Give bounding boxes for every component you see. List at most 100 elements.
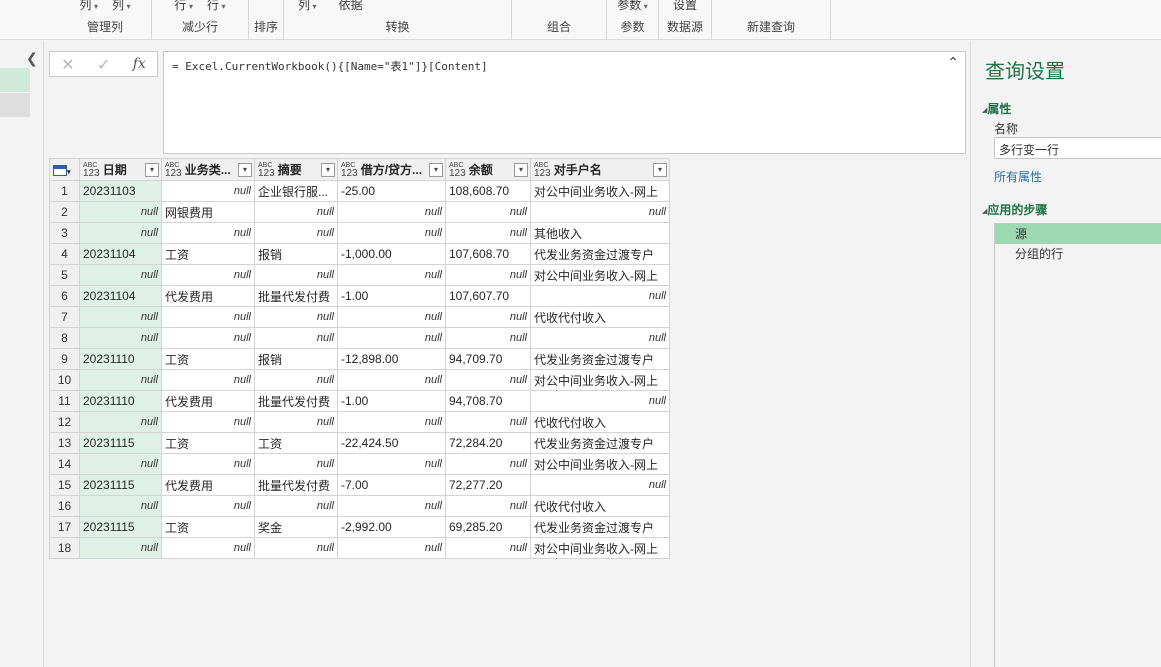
table-cell[interactable]: null: [445, 201, 531, 223]
table-cell[interactable]: null: [161, 369, 255, 391]
row-number[interactable]: 17: [49, 516, 80, 538]
table-cell[interactable]: null: [337, 369, 446, 391]
row-number[interactable]: 2: [49, 201, 80, 223]
type-any-icon[interactable]: ABC 123: [341, 162, 358, 179]
table-cell[interactable]: 工资: [161, 348, 255, 370]
column-header[interactable]: ABC 123 余额 ▾: [445, 158, 531, 181]
type-any-icon[interactable]: ABC 123: [83, 162, 100, 179]
table-row[interactable]: 7 null null null null null 代收代付收入: [49, 306, 670, 328]
table-row[interactable]: 1 20231103 null 企业银行服... -25.00 108,608.70 对公中…: [49, 180, 670, 202]
table-cell[interactable]: null: [79, 495, 162, 517]
table-cell[interactable]: null: [161, 453, 255, 475]
table-cell[interactable]: 代发费用: [161, 390, 255, 412]
table-cell[interactable]: null: [161, 264, 255, 286]
table-cell[interactable]: 批量代发付费: [254, 474, 338, 496]
row-number[interactable]: 15: [49, 474, 80, 496]
table-cell[interactable]: 107,607.70: [445, 285, 531, 307]
type-any-icon[interactable]: ABC 123: [449, 162, 466, 179]
table-cell[interactable]: 奖金: [254, 516, 338, 538]
table-cell[interactable]: 72,284.20: [445, 432, 531, 454]
ribbon-item[interactable]: 行: [207, 0, 226, 13]
table-cell[interactable]: 20231110: [79, 390, 162, 412]
query-item[interactable]: [0, 93, 30, 117]
table-cell[interactable]: 108,608.70: [445, 180, 531, 202]
table-cell[interactable]: 94,709.70: [445, 348, 531, 370]
table-cell[interactable]: null: [254, 222, 338, 244]
table-cell[interactable]: 对公中间业务收入-网上: [530, 537, 670, 559]
table-row[interactable]: 9 20231110 工资 报销 -12,898.00 94,709.70 代发业务资金过渡…: [49, 348, 670, 370]
ribbon-item[interactable]: 参数: [617, 0, 648, 13]
table-cell[interactable]: null: [337, 264, 446, 286]
table-row[interactable]: 6 20231104 代发费用 批量代发付费 -1.00 107,607.70 null: [49, 285, 670, 307]
cancel-icon[interactable]: ✕: [61, 55, 74, 74]
table-cell[interactable]: null: [254, 453, 338, 475]
ribbon-group-new-query[interactable]: 新建查询: [712, 0, 831, 40]
table-cell[interactable]: 代发费用: [161, 285, 255, 307]
table-cell[interactable]: 工资: [254, 432, 338, 454]
table-cell[interactable]: null: [530, 285, 670, 307]
formula-bar[interactable]: = Excel.CurrentWorkbook(){[Name="表1"]}[C…: [163, 51, 966, 154]
table-cell[interactable]: null: [337, 306, 446, 328]
table-cell[interactable]: 20231115: [79, 432, 162, 454]
table-cell[interactable]: null: [445, 306, 531, 328]
row-number[interactable]: 13: [49, 432, 80, 454]
table-cell[interactable]: null: [530, 390, 670, 412]
table-cell[interactable]: null: [254, 369, 338, 391]
table-row[interactable]: 15 20231115 代发费用 批量代发付费 -7.00 72,277.20 null: [49, 474, 670, 496]
table-cell[interactable]: null: [530, 201, 670, 223]
table-cell[interactable]: 代发业务资金过渡专户: [530, 348, 670, 370]
column-header[interactable]: ABC 123 借方/贷方... ▾: [337, 158, 446, 181]
table-cell[interactable]: null: [337, 327, 446, 349]
filter-dropdown-icon[interactable]: ▾: [321, 163, 335, 177]
ribbon-group-combine[interactable]: 组合: [512, 0, 607, 40]
table-row[interactable]: 18 null null null null null 对公中间业务收入-网上: [49, 537, 670, 559]
ribbon-group-data-sources[interactable]: 设置 数据源: [659, 0, 712, 40]
ribbon-item[interactable]: 列: [298, 0, 317, 13]
table-cell[interactable]: null: [445, 537, 531, 559]
table-cell[interactable]: null: [337, 411, 446, 433]
applied-step[interactable]: 源: [995, 224, 1161, 244]
table-cell[interactable]: 代发费用: [161, 474, 255, 496]
filter-dropdown-icon[interactable]: ▾: [429, 163, 443, 177]
table-cell[interactable]: null: [337, 222, 446, 244]
table-cell[interactable]: null: [337, 537, 446, 559]
filter-dropdown-icon[interactable]: ▾: [653, 163, 667, 177]
type-any-icon[interactable]: ABC 123: [534, 162, 551, 179]
table-cell[interactable]: 20231104: [79, 243, 162, 265]
table-row[interactable]: 16 null null null null null 代收代付收入: [49, 495, 670, 517]
table-cell[interactable]: null: [79, 327, 162, 349]
table-cell[interactable]: null: [161, 537, 255, 559]
table-cell[interactable]: 94,708.70: [445, 390, 531, 412]
properties-header[interactable]: 属性: [982, 100, 1011, 117]
table-cell[interactable]: null: [445, 222, 531, 244]
table-cell[interactable]: 工资: [161, 516, 255, 538]
table-cell[interactable]: 网银费用: [161, 201, 255, 223]
table-cell[interactable]: 批量代发付费: [254, 285, 338, 307]
table-cell[interactable]: 20231115: [79, 474, 162, 496]
table-cell[interactable]: 对公中间业务收入-网上: [530, 264, 670, 286]
ribbon-group-transform[interactable]: 列 依据 转换: [284, 0, 512, 40]
filter-dropdown-icon[interactable]: ▾: [238, 163, 252, 177]
table-cell[interactable]: null: [79, 453, 162, 475]
table-cell[interactable]: null: [161, 411, 255, 433]
table-cell[interactable]: 对公中间业务收入-网上: [530, 369, 670, 391]
table-cell[interactable]: -1.00: [337, 390, 446, 412]
table-cell[interactable]: 企业银行服...: [254, 180, 338, 202]
table-cell[interactable]: null: [445, 369, 531, 391]
row-number[interactable]: 8: [49, 327, 80, 349]
table-cell[interactable]: 代收代付收入: [530, 411, 670, 433]
collapse-formula-icon[interactable]: ⌃: [947, 55, 959, 71]
table-row[interactable]: 5 null null null null null 对公中间业务收入-网上: [49, 264, 670, 286]
table-cell[interactable]: 批量代发付费: [254, 390, 338, 412]
table-cell[interactable]: 对公中间业务收入-网上: [530, 180, 670, 202]
table-cell[interactable]: -1.00: [337, 285, 446, 307]
table-cell[interactable]: null: [79, 369, 162, 391]
table-cell[interactable]: 报销: [254, 348, 338, 370]
table-cell[interactable]: null: [254, 264, 338, 286]
ribbon-item[interactable]: 依据: [339, 0, 363, 13]
table-cell[interactable]: null: [254, 306, 338, 328]
column-header[interactable]: ABC 123 对手户名 ▾: [530, 158, 670, 181]
commit-icon[interactable]: ✓: [97, 55, 110, 74]
table-cell[interactable]: 20231103: [79, 180, 162, 202]
table-cell[interactable]: 20231110: [79, 348, 162, 370]
